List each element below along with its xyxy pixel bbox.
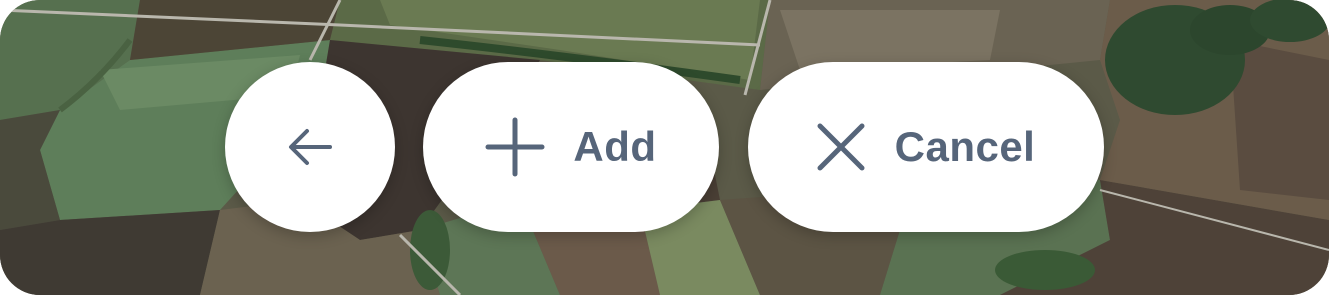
- add-button-label: Add: [573, 123, 657, 170]
- action-toolbar: Add Cancel: [0, 0, 1329, 295]
- cancel-button-label: Cancel: [894, 123, 1036, 170]
- cancel-button[interactable]: Cancel: [748, 62, 1104, 232]
- close-icon: [817, 123, 865, 171]
- plus-icon: [485, 117, 545, 177]
- map-toolbar-overlay: Add Cancel: [0, 0, 1329, 295]
- back-button[interactable]: [225, 62, 395, 232]
- add-button[interactable]: Add: [423, 62, 719, 232]
- arrow-left-icon: [287, 124, 333, 170]
